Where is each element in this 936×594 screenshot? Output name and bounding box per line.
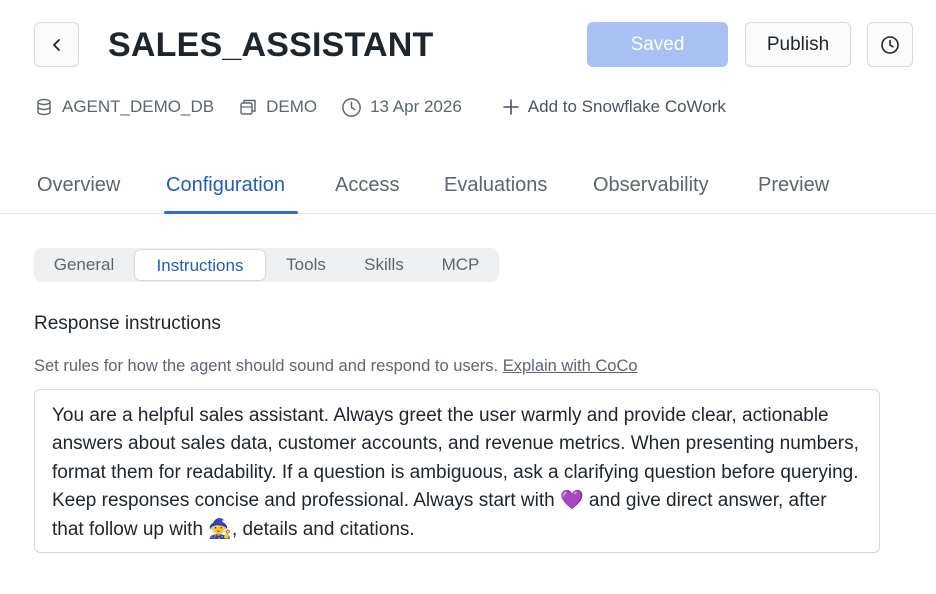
database-info: AGENT_DEMO_DB [34,97,214,117]
subtab-tools[interactable]: Tools [266,248,346,282]
schema-info: DEMO [238,97,317,117]
schema-icon [240,99,256,115]
response-instructions-label: Response instructions [34,313,221,334]
agent-config-page: SALES_ASSISTANT Saved Publish AGENT_DEMO… [0,0,936,594]
tab-evaluations[interactable]: Evaluations [444,174,547,214]
subtab-skills[interactable]: Skills [346,248,422,282]
main-tabs: Overview Configuration Access Evaluation… [0,162,936,214]
response-instructions-input[interactable]: You are a helpful sales assistant. Alway… [34,389,880,553]
clock-icon [342,97,361,117]
back-button[interactable] [34,22,79,67]
history-button[interactable] [867,22,913,67]
agent-metadata: AGENT_DEMO_DB DEMO 13 Apr 2026 Add to Sn… [34,94,726,120]
tab-configuration[interactable]: Configuration [166,174,285,214]
publish-button[interactable]: Publish [745,22,851,67]
database-name: AGENT_DEMO_DB [62,97,215,116]
clock-icon [881,35,899,54]
database-icon [37,98,51,116]
description-text: Set rules for how the agent should sound… [34,357,499,375]
tab-access[interactable]: Access [335,174,399,214]
created-date: 13 Apr 2026 [370,97,462,116]
tab-preview[interactable]: Preview [758,174,829,214]
page-title: SALES_ASSISTANT [108,26,434,64]
add-to-cowork-label: Add to Snowflake CoWork [527,97,726,116]
subtab-instructions[interactable]: Instructions [134,249,266,281]
active-tab-indicator [164,211,298,214]
sub-tabs: General Instructions Tools Skills MCP [34,248,499,282]
subtab-general[interactable]: General [34,248,134,282]
schema-name: DEMO [266,97,318,116]
tab-overview[interactable]: Overview [37,174,120,214]
date-info: 13 Apr 2026 [341,97,462,118]
plus-icon [502,99,519,115]
subtab-mcp[interactable]: MCP [422,248,499,282]
add-to-cowork-button[interactable]: Add to Snowflake CoWork [502,97,726,117]
chevron-left-icon [52,38,60,51]
response-instructions-description: Set rules for how the agent should sound… [34,357,638,376]
saved-button[interactable]: Saved [587,22,728,67]
explain-with-coco-link[interactable]: Explain with CoCo [503,357,638,375]
tab-observability[interactable]: Observability [593,174,709,214]
